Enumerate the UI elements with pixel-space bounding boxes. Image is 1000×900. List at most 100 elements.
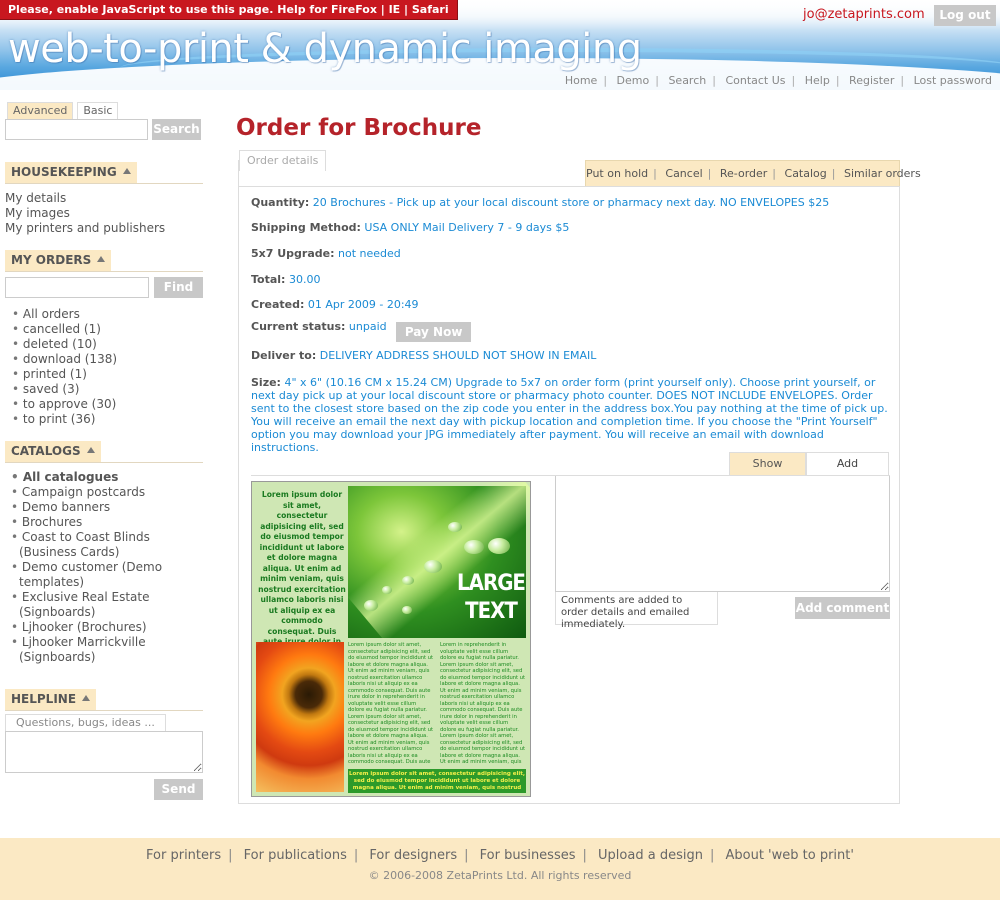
total-field: Total: 30.00 bbox=[251, 273, 321, 286]
link-catalog-item[interactable]: Coast to Coast Blinds (Business Cards) bbox=[11, 530, 203, 560]
footer-link-publications[interactable]: For publications bbox=[244, 848, 347, 863]
link-download[interactable]: download (138) bbox=[12, 352, 203, 367]
cancel-link[interactable]: Cancel bbox=[665, 167, 702, 180]
helpline-tab[interactable]: Questions, bugs, ideas ... bbox=[5, 714, 166, 731]
water-drop bbox=[448, 522, 462, 532]
collapse-arrow-icon bbox=[82, 695, 91, 701]
order-status-links: All orders cancelled (1) deleted (10) do… bbox=[5, 307, 203, 427]
tab-order-details[interactable]: Order details bbox=[239, 150, 327, 171]
find-button[interactable]: Find bbox=[154, 277, 203, 298]
nav-home[interactable]: Home bbox=[565, 74, 597, 87]
header-banner: web-to-print & dynamic imaging Please, e… bbox=[0, 0, 1000, 90]
link-to-approve[interactable]: to approve (30) bbox=[12, 397, 203, 412]
link-catalog-item[interactable]: Campaign postcards bbox=[11, 485, 203, 500]
nav-demo[interactable]: Demo bbox=[617, 74, 650, 87]
total-value: 30.00 bbox=[288, 273, 321, 286]
catalogs-heading[interactable]: CATALOGS bbox=[5, 441, 101, 462]
site-logo[interactable]: web-to-print & dynamic imaging bbox=[8, 26, 642, 72]
user-email-link[interactable]: jo@zetaprints.com bbox=[803, 7, 925, 22]
water-drop bbox=[464, 540, 484, 554]
pay-now-button[interactable]: Pay Now bbox=[396, 322, 472, 342]
water-drop bbox=[424, 560, 442, 573]
link-my-images[interactable]: My images bbox=[5, 206, 203, 221]
order-find-input[interactable] bbox=[5, 277, 149, 298]
divider bbox=[5, 710, 203, 711]
comment-textarea[interactable] bbox=[555, 476, 890, 592]
js-warning-banner[interactable]: Please, enable JavaScript to use this pa… bbox=[0, 0, 458, 20]
water-drop bbox=[488, 538, 510, 554]
housekeeping-links: My details My images My printers and pub… bbox=[5, 191, 203, 236]
my-orders-heading[interactable]: MY ORDERS bbox=[5, 250, 112, 271]
catalog-link[interactable]: Catalog bbox=[785, 167, 827, 180]
link-to-print[interactable]: to print (36) bbox=[12, 412, 203, 427]
comment-note: Comments are added to order details and … bbox=[555, 592, 718, 630]
brochure-preview-image[interactable]: LARGE TEXT Lorem ipsum dolor sit amet, c… bbox=[251, 481, 531, 797]
divider bbox=[5, 271, 203, 272]
nav-help[interactable]: Help bbox=[805, 74, 830, 87]
preview-column-left: Lorem ipsum dolor sit amet, consectetur … bbox=[348, 642, 434, 765]
link-all-catalogues[interactable]: All catalogues bbox=[11, 470, 203, 485]
top-nav: Home | Demo | Search | Contact Us | Help | Re… bbox=[564, 74, 992, 87]
sub-tabs: Show fields Add comment bbox=[729, 452, 889, 492]
re-order-link[interactable]: Re-order bbox=[720, 167, 767, 180]
divider bbox=[5, 462, 203, 463]
tab-advanced-search[interactable]: Advanced bbox=[7, 102, 74, 119]
link-my-details[interactable]: My details bbox=[5, 191, 203, 206]
created-field: Created: 01 Apr 2009 - 20:49 bbox=[251, 298, 419, 311]
nav-register[interactable]: Register bbox=[849, 74, 894, 87]
my-orders-section: MY ORDERS Find All orders cancelled (1) … bbox=[5, 250, 203, 427]
nav-lost-password[interactable]: Lost password bbox=[914, 74, 992, 87]
tab-show-fields[interactable]: Show fields bbox=[729, 452, 806, 492]
copyright: © 2006-2008 ZetaPrints Ltd. All rights r… bbox=[368, 869, 632, 882]
catalog-links: All catalogues Campaign postcards Demo b… bbox=[5, 470, 203, 665]
similar-orders-link[interactable]: Similar orders bbox=[844, 167, 921, 180]
link-catalog-item[interactable]: Demo banners bbox=[11, 500, 203, 515]
water-drop bbox=[364, 600, 378, 611]
link-catalog-item[interactable]: Demo customer (Demo templates) bbox=[11, 560, 203, 590]
quantity-field: Quantity: 20 Brochures - Pick up at your… bbox=[251, 196, 830, 209]
put-on-hold-link[interactable]: Put on hold bbox=[586, 167, 648, 180]
link-cancelled[interactable]: cancelled (1) bbox=[12, 322, 203, 337]
add-comment-button[interactable]: Add comment bbox=[795, 597, 890, 619]
link-catalog-item[interactable]: Ljhooker (Brochures) bbox=[11, 620, 203, 635]
water-drop bbox=[402, 606, 412, 614]
footer-link-designers[interactable]: For designers bbox=[369, 848, 457, 863]
preview-footer-band: Lorem ipsum dolor sit amet, consectetur … bbox=[348, 769, 526, 793]
footer-link-printers[interactable]: For printers bbox=[146, 848, 221, 863]
nav-search[interactable]: Search bbox=[668, 74, 706, 87]
search-tabs: Advanced Basic bbox=[5, 102, 203, 119]
logout-button[interactable]: Log out bbox=[934, 5, 996, 26]
search-input[interactable] bbox=[5, 119, 148, 140]
deliver-field: Deliver to: DELIVERY ADDRESS SHOULD NOT … bbox=[251, 349, 597, 362]
collapse-arrow-icon bbox=[86, 447, 95, 453]
link-catalog-item[interactable]: Ljhooker Marrickville (Signboards) bbox=[11, 635, 203, 665]
search-button[interactable]: Search bbox=[152, 119, 201, 140]
link-catalog-item[interactable]: Exclusive Real Estate (Signboards) bbox=[11, 590, 203, 620]
link-my-printers[interactable]: My printers and publishers bbox=[5, 221, 203, 236]
divider bbox=[238, 186, 900, 187]
footer-links: For printers | For publications | For desi… bbox=[146, 848, 854, 863]
water-drop bbox=[382, 586, 392, 594]
housekeeping-heading[interactable]: HOUSEKEEPING bbox=[5, 162, 137, 183]
search-row: Search bbox=[5, 119, 203, 140]
footer-link-upload-design[interactable]: Upload a design bbox=[598, 848, 703, 863]
nav-contact-us[interactable]: Contact Us bbox=[725, 74, 785, 87]
send-button[interactable]: Send bbox=[154, 779, 203, 800]
footer-link-about[interactable]: About 'web to print' bbox=[725, 848, 853, 863]
helpline-heading[interactable]: HELPLINE bbox=[5, 689, 97, 710]
link-catalog-item[interactable]: Brochures bbox=[11, 515, 203, 530]
helpline-section: HELPLINE Questions, bugs, ideas ... Send bbox=[5, 689, 203, 800]
tab-add-comment[interactable]: Add comment bbox=[806, 452, 889, 492]
preview-column-right: Lorem in reprehenderit in voluptate veli… bbox=[440, 642, 526, 766]
catalogs-section: CATALOGS All catalogues Campaign postcar… bbox=[5, 441, 203, 665]
link-saved[interactable]: saved (3) bbox=[12, 382, 203, 397]
tab-basic-search[interactable]: Basic bbox=[77, 102, 119, 119]
helpline-textarea[interactable] bbox=[5, 731, 203, 773]
link-deleted[interactable]: deleted (10) bbox=[12, 337, 203, 352]
shipping-field: Shipping Method: USA ONLY Mail Delivery … bbox=[251, 221, 570, 234]
link-all-orders[interactable]: All orders bbox=[12, 307, 203, 322]
footer-link-businesses[interactable]: For businesses bbox=[480, 848, 576, 863]
link-printed[interactable]: printed (1) bbox=[12, 367, 203, 382]
deliver-value: DELIVERY ADDRESS SHOULD NOT SHOW IN EMAI… bbox=[319, 349, 597, 362]
preview-text-columns: Lorem ipsum dolor sit amet, consectetur … bbox=[348, 642, 526, 766]
